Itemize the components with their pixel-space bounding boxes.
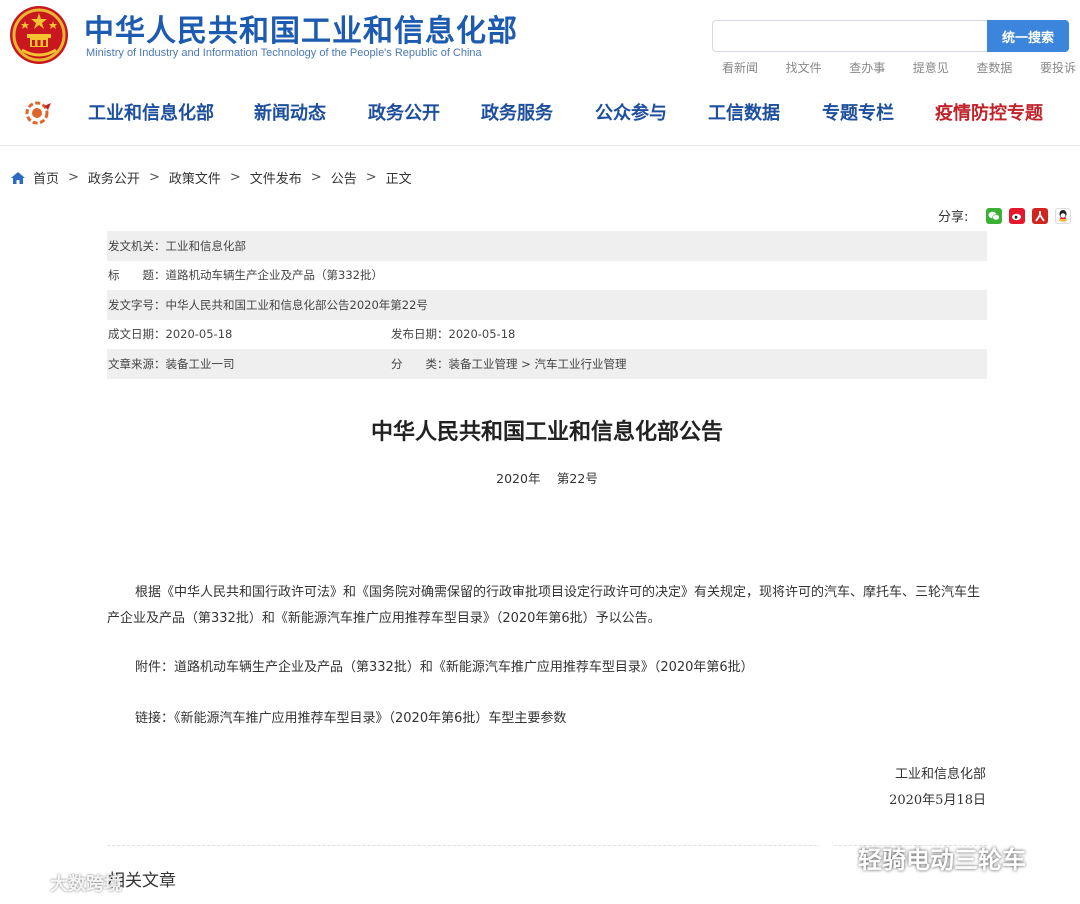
breadcrumb-separator: > [68,170,79,185]
watermark-left: 大数跨境 [8,870,122,896]
watermark-logo-icon [10,875,37,891]
meta-doc-number-label: 发文字号： [108,297,166,312]
breadcrumb: 首页 > 政务公开 > 政策文件 > 文件发布 > 公告 > 正文 [10,168,412,187]
share-label: 分享: [938,210,969,225]
meta-created-value: 2020-05-18 [165,327,233,342]
nav-item-news[interactable]: 新闻动态 [254,99,368,125]
meta-doc-number-value: 中华人民共和国工业和信息化部公告2020年第22号 [165,297,428,312]
quick-links: 看新闻 找文件 查办事 提意见 查数据 要投诉 [712,59,1080,76]
breadcrumb-separator: > [229,170,241,185]
breadcrumb-policy-documents[interactable]: 政策文件 [169,168,221,187]
watermark-left-text: 大数跨境 [50,874,122,895]
nav-item-miit[interactable]: 工业和信息化部 [88,99,254,125]
signature-organization: 工业和信息化部 [894,767,986,782]
weibo-icon[interactable] [1009,207,1026,224]
site-title-english: Ministry of Industry and Information Tec… [86,47,482,59]
meta-title-label: 标 题： [108,268,166,283]
watermark-right-text: 轻骑电动三轮车 [858,846,1026,874]
quick-link-feedback[interactable]: 提意见 [913,59,949,76]
search-input[interactable] [712,20,988,52]
main-nav: 工业和信息化部 新闻动态 政务公开 政务服务 公众参与 工信数据 专题专栏 疫情… [0,88,1080,136]
meta-source-label: 文章来源： [108,356,166,371]
nav-divider [0,145,1080,146]
quick-link-news[interactable]: 看新闻 [722,59,758,76]
breadcrumb-announcement[interactable]: 公告 [331,168,357,187]
meta-title-value: 道路机动车辆生产企业及产品（第332批） [165,268,383,283]
miit-logo-icon[interactable] [24,100,52,126]
breadcrumb-separator: > [148,170,160,185]
breadcrumb-home[interactable]: 首页 [33,168,59,187]
search-button[interactable]: 统一搜索 [987,20,1069,52]
meta-row-title: 标 题： 道路机动车辆生产企业及产品（第332批） [107,261,987,291]
site-title-chinese[interactable]: 中华人民共和国工业和信息化部 [84,6,518,50]
nav-item-public-participation[interactable]: 公众参与 [595,99,708,125]
watermark-right: 轻骑电动三轮车 [810,840,1026,875]
site-header: 中华人民共和国工业和信息化部 Ministry of Industry and … [0,0,1080,80]
meta-row-issuer: 发文机关： 工业和信息化部 [107,231,987,261]
meta-published-label: 发布日期： [391,327,449,342]
nav-items: 工业和信息化部 新闻动态 政务公开 政务服务 公众参与 工信数据 专题专栏 疫情… [88,99,1043,125]
meta-published: 发布日期：2020-05-18 [391,326,515,342]
meta-row-doc-number: 发文字号： 中华人民共和国工业和信息化部公告2020年第22号 [107,290,987,320]
meta-row-dates: 成文日期： 2020-05-18 发布日期：2020-05-18 [107,320,987,350]
meta-category-value[interactable]: 装备工业管理 > 汽车工业行业管理 [449,357,627,371]
people-daily-icon[interactable] [1032,207,1049,224]
wechat-icon[interactable] [986,207,1003,224]
nav-item-government-services[interactable]: 政务服务 [481,99,595,125]
article-doc-number: 2020年 第22号 [496,471,598,486]
quick-link-complaint[interactable]: 要投诉 [1040,59,1076,76]
meta-row-source: 文章来源： 装备工业一司 分 类：装备工业管理 > 汽车工业行业管理 [107,349,987,379]
document-meta-table: 发文机关： 工业和信息化部 标 题： 道路机动车辆生产企业及产品（第332批） … [107,231,987,379]
nav-item-epidemic[interactable]: 疫情防控专题 [935,99,1043,125]
signature-date: 2020年5月18日 [889,793,986,808]
breadcrumb-separator: > [310,170,322,185]
home-icon[interactable] [10,171,26,185]
quick-link-files[interactable]: 找文件 [786,59,822,76]
meta-issuer-value: 工业和信息化部 [165,238,247,253]
breadcrumb-separator: > [365,170,377,185]
meta-published-value: 2020-05-18 [448,327,516,342]
quick-link-data[interactable]: 查数据 [976,59,1012,76]
meta-category: 分 类：装备工业管理 > 汽车工业行业管理 [391,356,626,372]
quick-link-services[interactable]: 查办事 [849,59,885,76]
nav-item-data[interactable]: 工信数据 [708,99,822,125]
meta-source-value: 装备工业一司 [165,356,235,371]
national-emblem-logo[interactable] [8,4,70,66]
breadcrumb-government-affairs[interactable]: 政务公开 [88,168,140,187]
attachment-link[interactable]: 附件：道路机动车辆生产企业及产品（第332批）和《新能源汽车推广应用推荐车型目录… [107,655,987,681]
share-bar: 分享: [938,206,1078,225]
wechat-watermark-icon [812,843,854,872]
breadcrumb-document-release[interactable]: 文件发布 [250,168,302,187]
meta-issuer-label: 发文机关： [108,238,166,253]
related-link[interactable]: 链接：《新能源汽车推广应用推荐车型目录》（2020年第6批）车型主要参数 [107,706,987,732]
meta-created-label: 成文日期： [108,327,166,342]
article-paragraph: 根据《中华人民共和国行政许可法》和《国务院对确需保留的行政审批项目设定行政许可的… [107,585,981,626]
qq-icon[interactable] [1055,207,1072,224]
article-title: 中华人民共和国工业和信息化部公告 [370,420,723,445]
breadcrumb-current: 正文 [385,172,412,187]
meta-category-label: 分 类： [391,356,449,371]
nav-item-government-affairs[interactable]: 政务公开 [368,99,481,125]
nav-item-special-topics[interactable]: 专题专栏 [822,99,935,125]
